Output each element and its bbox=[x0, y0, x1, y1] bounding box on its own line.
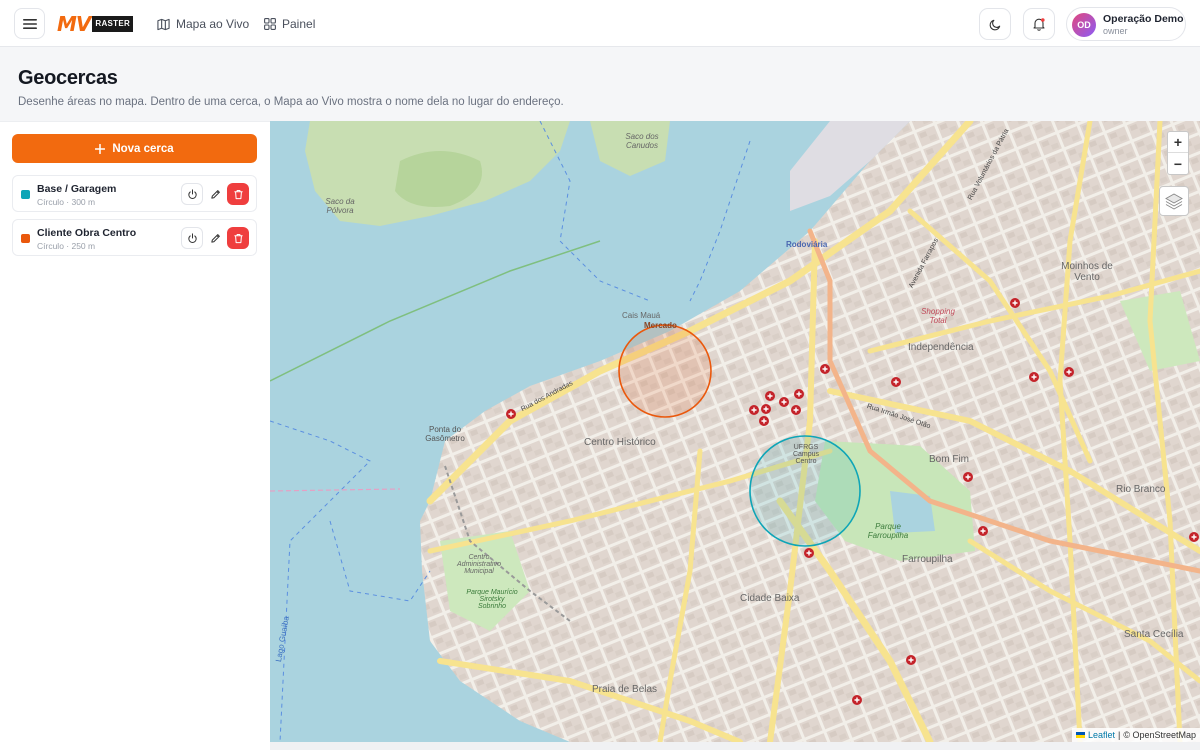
fence-circle-cliente-obra-centro[interactable] bbox=[618, 324, 712, 418]
fence-item-cliente-obra-centro[interactable]: Cliente Obra Centro Círculo · 250 m bbox=[12, 219, 257, 256]
map-icon bbox=[157, 18, 170, 30]
user-menu[interactable]: OD Operação Demo owner bbox=[1066, 7, 1186, 41]
page-subtitle: Desenhe áreas no mapa. Dentro de uma cer… bbox=[18, 96, 564, 108]
label-rodoviaria: Rodoviária bbox=[786, 240, 828, 249]
fence-item-base-garagem[interactable]: Base / Garagem Círculo · 300 m bbox=[12, 175, 257, 212]
delete-fence-button[interactable] bbox=[227, 183, 249, 205]
nav-painel[interactable]: Painel bbox=[264, 14, 315, 34]
label-ufrgs-centro: UFRGS Campus Centro bbox=[792, 444, 820, 465]
label-saco-canudos: Saco dos Canudos bbox=[625, 132, 659, 150]
label-cidade-baixa: Cidade Baixa bbox=[740, 593, 800, 604]
zoom-control: + − bbox=[1167, 131, 1189, 175]
label-saco-polvora: Saco da Pólvora bbox=[325, 197, 355, 215]
menu-button[interactable] bbox=[14, 8, 45, 39]
label-praia-de-belas: Praia de Belas bbox=[592, 684, 658, 695]
zoom-in-button[interactable]: + bbox=[1168, 132, 1188, 153]
nav-mapa-ao-vivo[interactable]: Mapa ao Vivo bbox=[157, 14, 249, 34]
trash-icon bbox=[233, 233, 243, 243]
moon-icon bbox=[989, 19, 1000, 30]
label-ponta-gasometro: Ponta do Gasômetro bbox=[425, 425, 465, 443]
label-santa-cecilia: Santa Cecília bbox=[1124, 629, 1184, 640]
power-icon bbox=[187, 232, 197, 243]
dashboard-icon bbox=[264, 18, 276, 30]
label-shopping-total: Shopping Total bbox=[921, 307, 955, 325]
toggle-fence-button[interactable] bbox=[181, 183, 203, 205]
user-name: Operação Demo bbox=[1103, 13, 1184, 25]
logo[interactable]: MV RASTER bbox=[57, 12, 134, 36]
map-tiles bbox=[270, 121, 1200, 742]
notifications-button[interactable] bbox=[1023, 8, 1055, 40]
top-bar: MV RASTER Mapa ao Vivo Painel OD Operaçã… bbox=[0, 0, 1200, 47]
pencil-icon bbox=[210, 189, 220, 199]
user-role: owner bbox=[1103, 26, 1128, 36]
avatar: OD bbox=[1072, 13, 1096, 37]
label-rio-branco: Rio Branco bbox=[1116, 484, 1166, 495]
plus-icon bbox=[95, 143, 106, 154]
layers-button[interactable] bbox=[1159, 186, 1189, 216]
geofence-sidebar: Nova cerca Base / Garagem Círculo · 300 … bbox=[0, 121, 270, 750]
fence-color-swatch bbox=[21, 234, 30, 243]
page-title: Geocercas bbox=[18, 67, 118, 89]
label-bom-fim: Bom Fim bbox=[929, 454, 969, 465]
bell-icon bbox=[1033, 18, 1045, 31]
toggle-fence-button[interactable] bbox=[181, 227, 203, 249]
layers-icon bbox=[1165, 193, 1183, 210]
geofence-map[interactable]: Centro Histórico Independência Bom Fim F… bbox=[270, 121, 1200, 742]
osm-attribution[interactable]: © OpenStreetMap bbox=[1123, 730, 1196, 740]
zoom-out-button[interactable]: − bbox=[1168, 153, 1188, 174]
fence-meta: Círculo · 300 m bbox=[37, 197, 96, 207]
fence-meta: Círculo · 250 m bbox=[37, 241, 96, 251]
hamburger-icon bbox=[22, 18, 37, 29]
label-independencia: Independência bbox=[908, 342, 974, 353]
map-attribution: Leaflet | © OpenStreetMap bbox=[1071, 728, 1200, 742]
nav-painel-label: Painel bbox=[282, 17, 316, 31]
logo-text: MV bbox=[57, 12, 91, 36]
label-centro-admin: Centro Administrativo Municipal bbox=[457, 554, 501, 575]
label-parque-farroupilha: Parque Farroupilha bbox=[867, 522, 909, 540]
label-centro-historico: Centro Histórico bbox=[584, 437, 656, 448]
leaflet-link[interactable]: Leaflet bbox=[1088, 730, 1115, 740]
new-fence-button[interactable]: Nova cerca bbox=[12, 134, 257, 163]
edit-fence-button[interactable] bbox=[204, 183, 226, 205]
label-farroupilha: Farroupilha bbox=[902, 554, 953, 565]
label-mercado: Mercado bbox=[644, 321, 677, 330]
fence-name: Base / Garagem bbox=[37, 183, 117, 195]
edit-fence-button[interactable] bbox=[204, 227, 226, 249]
label-cais-maua: Cais Mauá bbox=[622, 311, 661, 320]
label-parque-sirotsky: Parque Maurício Sirotsky Sobrinho bbox=[466, 589, 518, 610]
delete-fence-button[interactable] bbox=[227, 227, 249, 249]
theme-toggle-button[interactable] bbox=[979, 8, 1011, 40]
new-fence-label: Nova cerca bbox=[112, 142, 174, 155]
fence-name: Cliente Obra Centro bbox=[37, 227, 137, 239]
trash-icon bbox=[233, 189, 243, 199]
fence-color-swatch bbox=[21, 190, 30, 199]
attribution-separator: | bbox=[1117, 730, 1121, 740]
ukraine-flag-icon bbox=[1075, 732, 1085, 738]
label-moinhos: Moinhos de Vento bbox=[1061, 261, 1113, 283]
pencil-icon bbox=[210, 233, 220, 243]
nav-mapa-label: Mapa ao Vivo bbox=[176, 17, 250, 31]
power-icon bbox=[187, 188, 197, 199]
logo-badge: RASTER bbox=[92, 16, 134, 32]
page-bottom-strip bbox=[270, 742, 1200, 750]
